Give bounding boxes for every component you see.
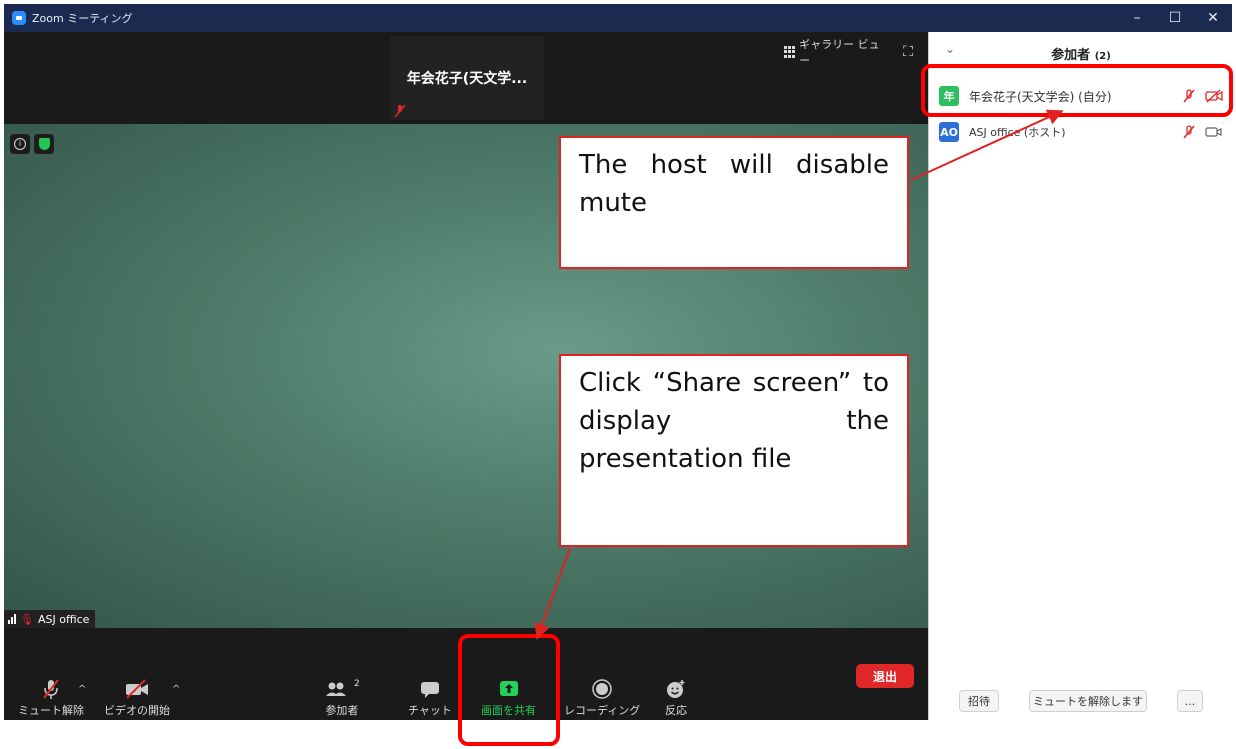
meeting-info-button[interactable]: i (10, 134, 30, 154)
audio-options-caret[interactable]: ^ (78, 684, 86, 695)
record-label: レコーディング (564, 704, 641, 717)
leave-meeting-button[interactable]: 退出 (856, 664, 914, 688)
participants-count: 2 (354, 679, 360, 689)
reaction-emoji-icon (667, 680, 685, 698)
maximize-button[interactable]: ☐ (1156, 4, 1194, 32)
participants-icon (326, 682, 346, 696)
muted-mic-icon (43, 679, 59, 699)
zoom-app-icon (12, 11, 26, 25)
record-icon (592, 679, 612, 699)
host-mute-callout: The host will disable mute (559, 136, 909, 269)
participants-button[interactable]: 2 参加者 (324, 678, 360, 718)
panel-title: 参加者 (2) (929, 44, 1233, 63)
title-bar: Zoom ミーティング – ☐ ✕ (4, 4, 1232, 32)
grid-icon (784, 46, 795, 58)
thumbnail-strip: 年会花子(天文学... ギャラリー ビュー ⛶ (4, 32, 928, 124)
close-window-button[interactable]: ✕ (1194, 4, 1232, 32)
window-controls: – ☐ ✕ (1118, 4, 1232, 32)
chat-button[interactable]: チャット (408, 678, 452, 718)
gallery-view-button[interactable]: ギャラリー ビュー (784, 38, 884, 67)
unmute-all-button[interactable]: ミュートを解除します (1029, 690, 1147, 712)
reactions-label: 反応 (665, 704, 687, 717)
record-button[interactable]: レコーディング (564, 678, 640, 718)
participant-row-host[interactable]: AO ASJ office (ホスト) (939, 118, 1229, 146)
participants-panel: ⌄ 参加者 (2) 年 年会花子(天文学会) (自分) AO ASJ offic… (928, 32, 1232, 720)
muted-mic-icon (394, 104, 406, 118)
video-name-label: ASJ office (37, 612, 90, 626)
info-icon: i (14, 138, 26, 150)
invite-button[interactable]: 招待 (959, 690, 999, 712)
participants-label: 参加者 (325, 704, 359, 717)
fullscreen-icon[interactable]: ⛶ (898, 42, 918, 62)
thumbnail-name: 年会花子(天文学... (406, 71, 528, 87)
reactions-button[interactable]: 反応 (665, 678, 687, 718)
share-screen-callout: Click “Share screen” to display the pres… (559, 354, 909, 547)
participant-count: (2) (1094, 51, 1111, 62)
muted-mic-icon (1183, 125, 1195, 139)
minimize-button[interactable]: – (1118, 4, 1156, 32)
shield-icon (38, 138, 50, 150)
security-shield-button[interactable] (34, 134, 54, 154)
muted-mic-icon: 🎙 (20, 612, 34, 626)
self-row-highlight (921, 64, 1233, 117)
video-name-tag: 🎙 ASJ office (4, 610, 96, 628)
chat-label: チャット (408, 704, 452, 717)
participant-name: ASJ office (ホスト) (969, 126, 1066, 139)
more-options-button[interactable]: ... (1177, 690, 1203, 712)
window-title: Zoom ミーティング (32, 12, 133, 25)
participant-thumbnail[interactable]: 年会花子(天文学... (390, 36, 544, 120)
unmute-label: ミュート解除 (18, 704, 84, 717)
video-off-icon (126, 679, 148, 699)
panel-footer: 招待 ミュートを解除します ... (929, 686, 1233, 716)
avatar: AO (939, 122, 959, 142)
start-video-label: ビデオの開始 (104, 704, 170, 717)
share-button-highlight (458, 634, 560, 746)
chat-icon (420, 682, 439, 698)
gallery-view-label: ギャラリー ビュー (799, 38, 880, 67)
start-video-button[interactable]: ビデオの開始 (104, 678, 170, 718)
signal-icon (8, 614, 16, 624)
panel-title-label: 参加者 (1051, 48, 1091, 63)
panel-header: ⌄ 参加者 (2) (929, 32, 1233, 68)
video-options-caret[interactable]: ^ (172, 684, 180, 695)
unmute-button[interactable]: ミュート解除 (18, 678, 84, 718)
video-camera-icon (1205, 127, 1222, 137)
